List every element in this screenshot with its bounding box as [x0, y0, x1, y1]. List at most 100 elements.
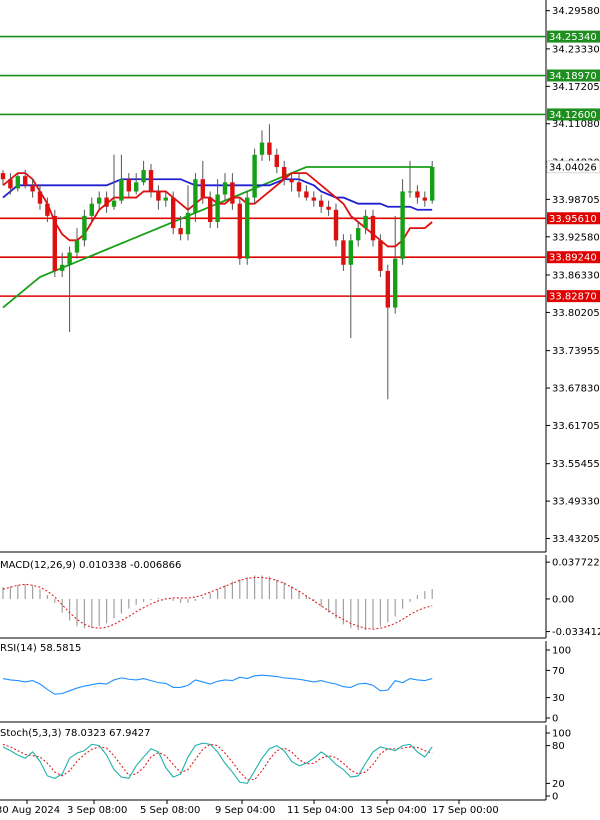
candle-body-up — [430, 167, 435, 201]
level-tag-label: 34.25340 — [549, 32, 597, 43]
candle-body-down — [230, 182, 235, 204]
candle-body-up — [185, 212, 191, 235]
candle-body-down — [282, 167, 287, 180]
candle-body-up — [222, 182, 228, 195]
price-tick-label: 33.43205 — [552, 534, 600, 545]
candle-body-down — [45, 203, 50, 216]
price-tick-label: 33.67830 — [552, 384, 600, 395]
candle-body-up — [356, 228, 361, 241]
level-tag-label: 33.82870 — [549, 292, 597, 303]
candle-body-down — [296, 182, 302, 192]
x-tick-label: 5 Sep 08:00 — [140, 805, 200, 816]
candle-body-down — [415, 191, 420, 198]
candle-body-down — [267, 142, 272, 155]
stoch-tick-label: 100 — [552, 729, 571, 740]
candle-body-down — [370, 215, 376, 241]
rsi-label: RSI(14) 58.5815 — [0, 643, 81, 654]
candle-body-down — [37, 191, 43, 204]
price-panel: 34.2958034.2333034.1720534.1108034.04830… — [0, 0, 600, 553]
candle-body-down — [237, 203, 242, 259]
candle-body-down — [304, 191, 309, 198]
price-tick-label: 34.23330 — [552, 44, 600, 55]
candle-body-down — [200, 179, 205, 198]
candle-body-up — [193, 179, 198, 213]
level-tag-label: 33.89240 — [549, 253, 597, 264]
x-tick-label: 3 Sep 08:00 — [67, 805, 127, 816]
macd-tick-label: 0.037722 — [552, 558, 600, 569]
x-tick-label: 9 Sep 04:00 — [215, 805, 275, 816]
candle-body-up — [245, 197, 250, 259]
x-tick-label: 17 Sep 00:00 — [432, 805, 499, 816]
stoch-label: Stoch(5,3,3) 78.0323 67.9427 — [0, 728, 151, 739]
candle-body-down — [333, 209, 339, 241]
candle-body-down — [156, 191, 161, 201]
candle-body-down — [23, 176, 28, 186]
candle-body-down — [422, 197, 427, 201]
x-tick-label: 11 Sep 04:00 — [287, 805, 354, 816]
rsi-tick-label: 0 — [552, 714, 558, 725]
level-tag-label: 34.18970 — [549, 71, 597, 82]
candle-body-up — [348, 240, 353, 265]
candle-body-down — [178, 228, 183, 235]
price-tick-label: 33.49330 — [552, 497, 600, 508]
candle-body-down — [52, 215, 57, 271]
candle-body-down — [30, 185, 35, 192]
candle-body-down — [0, 173, 6, 180]
candle-body-down — [289, 179, 294, 183]
stoch-k-line — [2, 742, 433, 785]
rsi-tick-label: 70 — [552, 666, 565, 677]
candle-body-down — [148, 170, 154, 192]
price-tick-label: 33.92580 — [552, 232, 600, 243]
candle-body-down — [171, 197, 176, 229]
price-tick-label: 33.86330 — [552, 270, 600, 281]
candle-body-up — [259, 142, 265, 155]
candle-body-down — [326, 206, 331, 210]
candle-body-down — [378, 240, 383, 271]
candle-body-up — [134, 182, 139, 192]
candle-body-up — [60, 264, 65, 271]
price-tick-label: 33.80205 — [552, 308, 600, 319]
candle-body-up — [363, 215, 368, 229]
macd-tick-label: -0.033412 — [552, 627, 600, 638]
candle-body-down — [311, 197, 316, 201]
candle-body-down — [208, 197, 213, 222]
rsi-line — [2, 674, 433, 695]
candle-body-down — [319, 200, 324, 207]
candle-body-up — [407, 191, 413, 193]
chart-svg: 34.2958034.2333034.1720534.1108034.04830… — [0, 0, 600, 816]
candle-body-up — [89, 203, 94, 216]
stoch-tick-label: 80 — [552, 741, 565, 752]
candle-body-down — [126, 179, 131, 192]
candle-body-up — [74, 240, 80, 253]
candle-body-down — [341, 240, 346, 265]
price-tick-label: 34.29580 — [552, 6, 600, 17]
candle-body-up — [15, 176, 20, 189]
candle-body-up — [252, 154, 257, 198]
candle-body-up — [141, 170, 146, 183]
stoch-tick-label: 20 — [552, 779, 565, 790]
rsi-tick-label: 100 — [552, 646, 571, 657]
candle-body-up — [400, 191, 405, 259]
candle-body-down — [274, 154, 279, 167]
macd-signal-line — [2, 576, 433, 630]
price-tick-label: 34.17205 — [552, 82, 600, 93]
x-tick-label: 13 Sep 04:00 — [360, 805, 427, 816]
candle-body-up — [163, 197, 168, 201]
x-axis: 30 Aug 2024 3 Sep 08:00 5 Sep 08:00 9 Sep 0… — [0, 800, 499, 816]
candle-body-down — [8, 179, 13, 189]
price-tick-label: 33.73955 — [552, 346, 600, 357]
candle-body-up — [111, 200, 117, 207]
current-price-label: 34.04026 — [549, 162, 597, 173]
macd-tick-label: 0.00 — [552, 594, 574, 605]
price-tick-label: 33.98705 — [552, 195, 600, 206]
candle-body-up — [215, 194, 220, 222]
trading-chart: 34.2958034.2333034.1720534.1108034.04830… — [0, 0, 600, 816]
candle-body-up — [82, 215, 87, 241]
price-tick-label: 33.61705 — [552, 421, 600, 432]
candle-body-down — [104, 197, 109, 207]
candle-body-down — [385, 270, 390, 308]
level-tag-label: 34.12600 — [549, 110, 597, 121]
macd-label: MACD(12,26,9) 0.010338 -0.006866 — [0, 560, 181, 571]
candle-body-up — [119, 179, 124, 201]
stoch-tick-label: 0 — [552, 792, 558, 803]
